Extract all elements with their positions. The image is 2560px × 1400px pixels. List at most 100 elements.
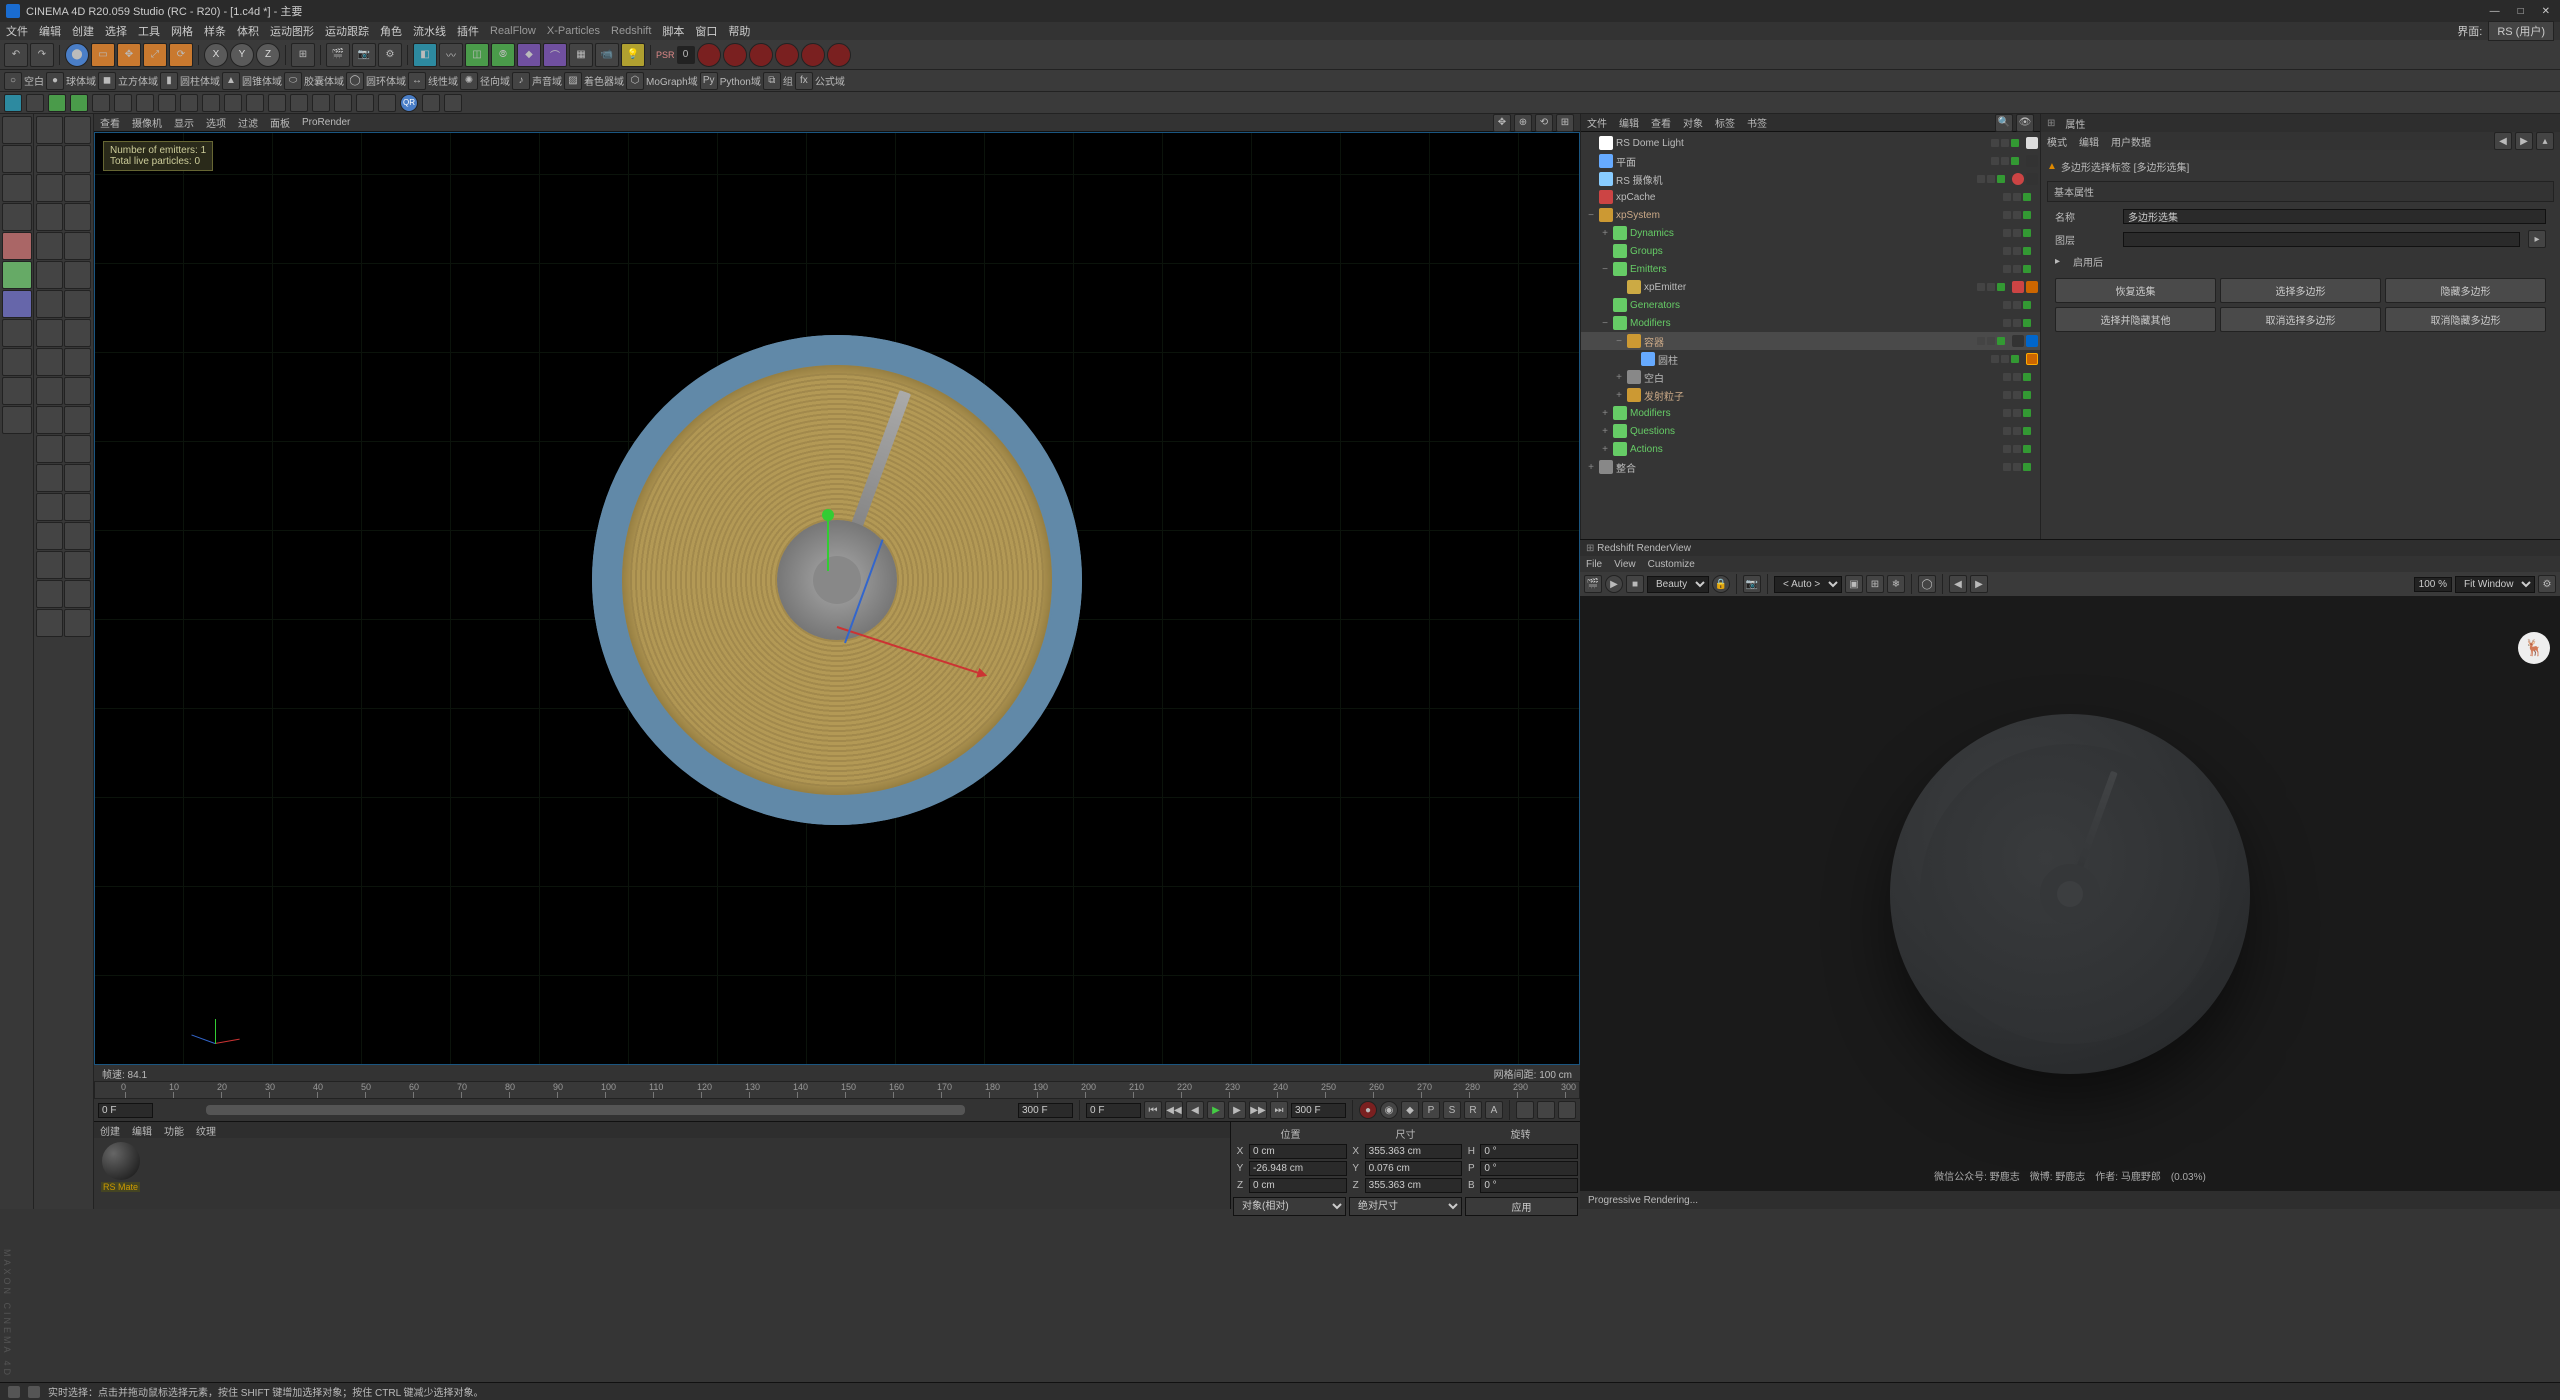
obj-tab-bm[interactable]: 书签 — [1747, 115, 1767, 130]
menu-volume[interactable]: 体积 — [237, 23, 259, 39]
menu-create[interactable]: 创建 — [72, 23, 94, 39]
obj-tab-file[interactable]: 文件 — [1587, 115, 1607, 130]
visibility-flag-editor[interactable] — [1991, 355, 1999, 363]
attr-name-input[interactable] — [2123, 209, 2546, 224]
material-swatch[interactable]: RS Mate — [98, 1142, 143, 1205]
enable-flag[interactable] — [2023, 247, 2031, 255]
xp-btn-9[interactable] — [180, 94, 198, 112]
polys-mode-icon[interactable] — [2, 290, 32, 318]
palette-10[interactable] — [64, 232, 91, 260]
mat-tab-func[interactable]: 功能 — [164, 1123, 184, 1138]
rv-picker-icon[interactable]: ◯ — [1918, 575, 1936, 593]
xp-btn-4[interactable] — [70, 94, 88, 112]
layout-selector[interactable]: RS (用户) — [2488, 21, 2554, 41]
field-label-9[interactable]: 声音域 — [532, 73, 562, 88]
render-pict-button[interactable]: 📷 — [352, 43, 376, 67]
visibility-flag-render[interactable] — [1987, 175, 1995, 183]
goto-end-button[interactable]: ⏭ — [1270, 1101, 1288, 1119]
tag-icon[interactable] — [2012, 335, 2024, 347]
timeline-current-input[interactable] — [1086, 1103, 1141, 1118]
rv-fit-select[interactable]: Fit Window — [2455, 576, 2535, 593]
vp-menu-view[interactable]: 查看 — [100, 115, 120, 130]
menu-script[interactable]: 脚本 — [662, 23, 684, 39]
expand-icon[interactable]: − — [1600, 318, 1610, 329]
visibility-flag-editor[interactable] — [1991, 157, 1999, 165]
object-row[interactable]: RS Dome Light — [1581, 134, 2040, 152]
coords-apply-button[interactable]: 应用 — [1465, 1197, 1578, 1216]
snap-icon[interactable] — [2, 377, 32, 405]
record-key-1[interactable] — [697, 43, 721, 67]
obj-tab-edit[interactable]: 编辑 — [1619, 115, 1639, 130]
coord-input[interactable] — [1365, 1161, 1463, 1176]
visibility-flag-render[interactable] — [1987, 283, 1995, 291]
enable-flag[interactable] — [2023, 229, 2031, 237]
key-s-button[interactable]: S — [1443, 1101, 1461, 1119]
palette-4[interactable] — [64, 145, 91, 173]
visibility-flag-render[interactable] — [2013, 445, 2021, 453]
menu-mesh[interactable]: 网格 — [171, 23, 193, 39]
object-row[interactable]: Generators — [1581, 296, 2040, 314]
close-button[interactable]: ✕ — [2542, 6, 2550, 17]
attr-layer-input[interactable] — [2123, 232, 2520, 247]
prev-key-button[interactable]: ◀◀ — [1165, 1101, 1183, 1119]
tag-icon[interactable] — [2026, 155, 2038, 167]
tl-extra-1[interactable] — [1516, 1101, 1534, 1119]
xp-btn-14[interactable] — [290, 94, 308, 112]
z-axis-lock[interactable]: Z — [256, 43, 280, 67]
vp-menu-options[interactable]: 选项 — [206, 115, 226, 130]
field-cube[interactable]: ◼ — [98, 72, 116, 90]
field-mograph[interactable]: ⬡ — [626, 72, 644, 90]
enable-flag[interactable] — [2011, 355, 2019, 363]
visibility-flag-render[interactable] — [2001, 139, 2009, 147]
vp-nav-3[interactable]: ⟲ — [1535, 114, 1553, 132]
visibility-flag-render[interactable] — [2001, 355, 2009, 363]
palette-6[interactable] — [64, 174, 91, 202]
object-row[interactable]: 圆柱 — [1581, 350, 2040, 368]
visibility-flag-render[interactable] — [2013, 265, 2021, 273]
field-label-11[interactable]: MoGraph域 — [646, 73, 698, 88]
obj-search-icon[interactable]: 🔍 — [1995, 114, 2013, 132]
psr-value[interactable]: 0 — [677, 46, 695, 64]
enable-flag[interactable] — [2023, 301, 2031, 309]
expand-icon[interactable]: − — [1600, 264, 1610, 275]
key-a-button[interactable]: A — [1485, 1101, 1503, 1119]
palette-29[interactable] — [36, 522, 63, 550]
enable-flag[interactable] — [1997, 337, 2005, 345]
palette-19[interactable] — [36, 377, 63, 405]
rv-menu-file[interactable]: File — [1586, 559, 1602, 570]
goto-start-button[interactable]: ⏮ — [1144, 1101, 1162, 1119]
object-row[interactable]: +整合 — [1581, 458, 2040, 476]
object-row[interactable]: +Actions — [1581, 440, 2040, 458]
palette-2[interactable] — [64, 116, 91, 144]
visibility-flag-render[interactable] — [2013, 409, 2021, 417]
rv-freeze-icon[interactable]: ❄ — [1887, 575, 1905, 593]
attr-enable-arrow-icon[interactable]: ▸ — [2055, 256, 2065, 267]
field-label-6[interactable]: 圆环体域 — [366, 73, 406, 88]
attr-next-icon[interactable]: ▶ — [2515, 132, 2533, 150]
coord-input[interactable] — [1249, 1161, 1347, 1176]
menu-plugins[interactable]: 插件 — [457, 23, 479, 39]
vp-menu-display[interactable]: 显示 — [174, 115, 194, 130]
coords-mode-select[interactable]: 对象(相对) — [1233, 1197, 1346, 1216]
palette-27[interactable] — [36, 493, 63, 521]
tl-extra-3[interactable] — [1558, 1101, 1576, 1119]
maximize-button[interactable]: □ — [2518, 6, 2524, 17]
attr-btn-deselect[interactable]: 取消选择多边形 — [2220, 307, 2381, 332]
tag-icon[interactable] — [2012, 173, 2024, 185]
palette-21[interactable] — [36, 406, 63, 434]
attr-layer-picker-icon[interactable]: ▸ — [2528, 230, 2546, 248]
field-label-14[interactable]: 公式域 — [815, 73, 845, 88]
object-row[interactable]: 平面 — [1581, 152, 2040, 170]
rv-settings-icon[interactable]: ⚙ — [2538, 575, 2556, 593]
object-row[interactable]: RS 摄像机 — [1581, 170, 2040, 188]
floor-button[interactable]: ▦ — [569, 43, 593, 67]
rv-hist-prev-icon[interactable]: ◀ — [1949, 575, 1967, 593]
vp-menu-camera[interactable]: 摄像机 — [132, 115, 162, 130]
coord-input[interactable] — [1480, 1161, 1578, 1176]
xp-btn-18[interactable] — [378, 94, 396, 112]
tag-icon[interactable] — [2026, 173, 2038, 185]
palette-26[interactable] — [64, 464, 91, 492]
rotate-tool[interactable]: ⟳ — [169, 43, 193, 67]
visibility-flag-render[interactable] — [2013, 319, 2021, 327]
field-label-8[interactable]: 径向域 — [480, 73, 510, 88]
